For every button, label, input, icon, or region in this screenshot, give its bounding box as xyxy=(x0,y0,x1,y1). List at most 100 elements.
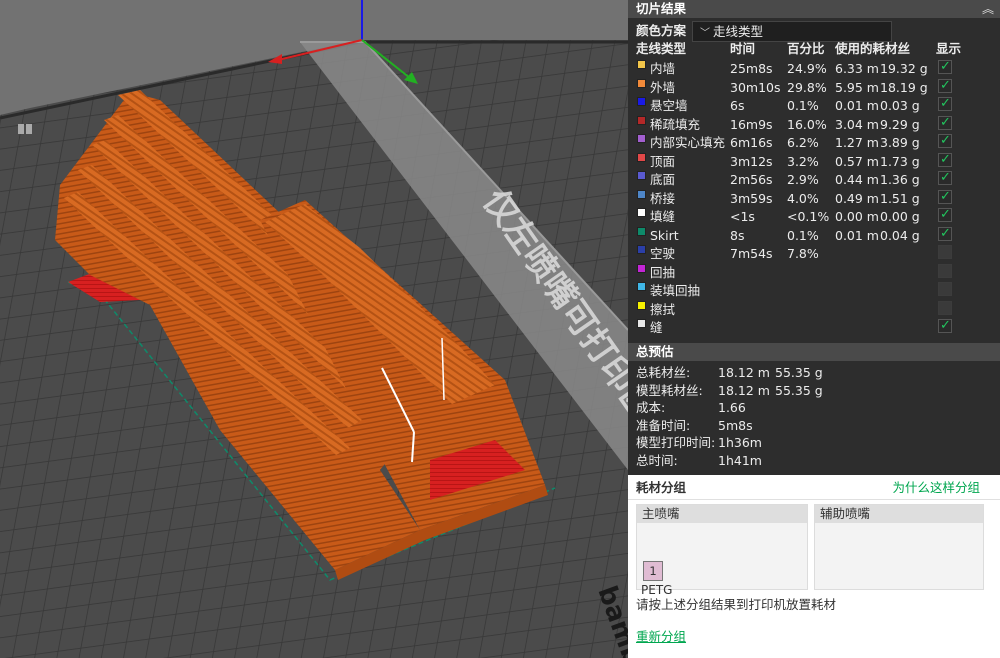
line-type-percent: 16.0% xyxy=(787,116,827,132)
line-type-row: 回抽 xyxy=(628,263,1000,282)
collapse-icon[interactable]: ︽ xyxy=(982,0,994,18)
color-scheme-dropdown[interactable]: ﹀ 走线类型 xyxy=(692,21,892,42)
line-type-time: 30m10s xyxy=(730,79,781,95)
line-type-weight: 0.04 g xyxy=(880,227,920,243)
line-type-weight: 1.51 g xyxy=(880,190,920,206)
line-type-name: 内墙 xyxy=(650,61,676,76)
main-nozzle-box[interactable]: 主喷嘴 1 PETG xyxy=(636,504,808,597)
column-header-percent: 百分比 xyxy=(787,41,825,56)
color-swatch xyxy=(637,208,646,217)
line-type-name: 悬空墙 xyxy=(650,98,688,113)
line-type-row: Skirt 8s 0.1% 0.01 m 0.04 g ✓ xyxy=(628,226,1000,245)
line-type-row: 填缝 <1s <0.1% 0.00 m 0.00 g ✓ xyxy=(628,207,1000,226)
line-type-name: 顶面 xyxy=(650,153,676,169)
3d-viewport[interactable]: 仅左喷嘴可打印区 bambu xyxy=(0,0,628,658)
show-checkbox[interactable] xyxy=(938,245,952,259)
column-header-time: 时间 xyxy=(730,41,756,56)
color-swatch xyxy=(637,134,646,143)
line-type-row: 内墙 25m8s 24.9% 6.33 m 19.32 g ✓ xyxy=(628,59,1000,78)
line-type-time: 25m8s xyxy=(730,61,773,76)
show-checkbox[interactable]: ✓ xyxy=(938,207,952,222)
line-type-percent: 0.1% xyxy=(787,227,819,243)
line-type-length: 0.00 m xyxy=(835,209,879,224)
check-icon: ✓ xyxy=(940,133,951,148)
line-type-length: 0.01 m xyxy=(835,98,879,113)
line-type-weight: 1.73 g xyxy=(880,153,920,169)
show-checkbox[interactable]: ✓ xyxy=(938,318,952,333)
color-swatch xyxy=(637,226,646,236)
line-type-name: 稀疏填充 xyxy=(650,116,701,132)
column-header-type: 走线类型 xyxy=(636,41,687,56)
line-type-name: 装填回抽 xyxy=(650,283,701,298)
filament-type-label: PETG xyxy=(641,583,673,597)
show-checkbox[interactable]: ✓ xyxy=(938,77,952,93)
line-type-weight: 19.32 g xyxy=(880,61,928,76)
color-swatch xyxy=(637,282,646,291)
line-type-percent: 6.2% xyxy=(787,135,819,150)
show-checkbox[interactable] xyxy=(938,300,952,315)
estimate-label: 成本: xyxy=(636,400,666,415)
estimate-value: 1h41m xyxy=(718,452,762,468)
check-icon: ✓ xyxy=(940,170,951,185)
line-type-row: 空驶 7m54s 7.8% xyxy=(628,245,1000,263)
line-type-length: 3.04 m xyxy=(835,116,879,132)
color-swatch xyxy=(637,171,646,180)
preview-canvas[interactable]: 仅左喷嘴可打印区 bambu xyxy=(0,0,628,658)
show-checkbox[interactable]: ✓ xyxy=(938,114,952,130)
color-swatch xyxy=(637,263,646,273)
regroup-link[interactable]: 重新分组 xyxy=(636,628,686,646)
show-checkbox[interactable]: ✓ xyxy=(938,189,952,204)
show-checkbox[interactable]: ✓ xyxy=(938,170,952,185)
why-grouping-link[interactable]: 为什么这样分组 xyxy=(892,479,980,497)
filament-group-title: 耗材分组 xyxy=(636,480,687,495)
line-type-percent: 2.9% xyxy=(787,172,819,187)
aux-nozzle-box[interactable]: 辅助喷嘴 xyxy=(814,504,984,590)
line-type-name: 底面 xyxy=(650,172,676,187)
check-icon: ✓ xyxy=(940,96,951,111)
line-type-row: 缝 ✓ xyxy=(628,318,1000,337)
show-checkbox[interactable]: ✓ xyxy=(938,133,952,148)
chevron-down-icon: ﹀ xyxy=(700,28,710,39)
estimate-label: 总耗材丝: xyxy=(636,365,691,380)
line-type-length: 0.44 m xyxy=(835,172,879,187)
check-icon: ✓ xyxy=(940,77,951,93)
estimate-value: 5m8s xyxy=(718,417,753,433)
filament-group-panel: 耗材分组 为什么这样分组 主喷嘴 1 PETG 辅助喷嘴 请按上述分组结果到打印… xyxy=(628,475,1000,658)
show-checkbox[interactable]: ✓ xyxy=(938,226,952,241)
column-header-show: 显示 xyxy=(936,41,962,56)
line-type-row: 顶面 3m12s 3.2% 0.57 m 1.73 g ✓ xyxy=(628,152,1000,171)
slice-result-title: 切片结果 xyxy=(636,1,687,16)
column-header-filament: 使用的耗材丝 xyxy=(835,41,911,56)
line-type-time: 3m12s xyxy=(730,153,773,169)
check-icon: ✓ xyxy=(940,318,951,333)
line-type-row: 装填回抽 xyxy=(628,282,1000,300)
slice-result-header[interactable]: 切片结果 ︽ xyxy=(628,0,1000,18)
line-type-weight: 9.29 g xyxy=(880,116,920,132)
main-nozzle-header: 主喷嘴 xyxy=(637,505,807,523)
show-checkbox[interactable]: ✓ xyxy=(938,59,952,74)
show-checkbox[interactable] xyxy=(938,282,952,296)
line-type-weight: 18.19 g xyxy=(880,79,928,95)
estimate-value: 18.12 m xyxy=(718,365,770,380)
estimate-header: 总预估 xyxy=(628,343,1000,361)
line-type-weight: 0.00 g xyxy=(880,209,920,224)
line-type-row: 内部实心填充 6m16s 6.2% 1.27 m 3.89 g ✓ xyxy=(628,133,1000,152)
show-checkbox[interactable]: ✓ xyxy=(938,152,952,167)
color-swatch xyxy=(637,78,646,88)
estimate-label: 模型打印时间: xyxy=(636,435,716,450)
line-type-name: Skirt xyxy=(650,227,679,243)
color-swatch xyxy=(637,60,646,69)
check-icon: ✓ xyxy=(940,114,951,130)
show-checkbox[interactable] xyxy=(938,263,952,278)
line-type-row: 底面 2m56s 2.9% 0.44 m 1.36 g ✓ xyxy=(628,170,1000,189)
line-type-length: 6.33 m xyxy=(835,61,879,76)
line-type-time: <1s xyxy=(730,209,755,224)
grouping-instruction: 请按上述分组结果到打印机放置耗材 xyxy=(636,597,837,612)
line-type-name: 外墙 xyxy=(650,79,676,95)
check-icon: ✓ xyxy=(940,207,951,222)
line-type-time: 8s xyxy=(730,227,745,243)
line-type-weight: 3.89 g xyxy=(880,135,920,150)
show-checkbox[interactable]: ✓ xyxy=(938,96,952,111)
line-type-weight: 0.03 g xyxy=(880,98,920,113)
filament-slot-chip[interactable]: 1 xyxy=(643,561,663,581)
